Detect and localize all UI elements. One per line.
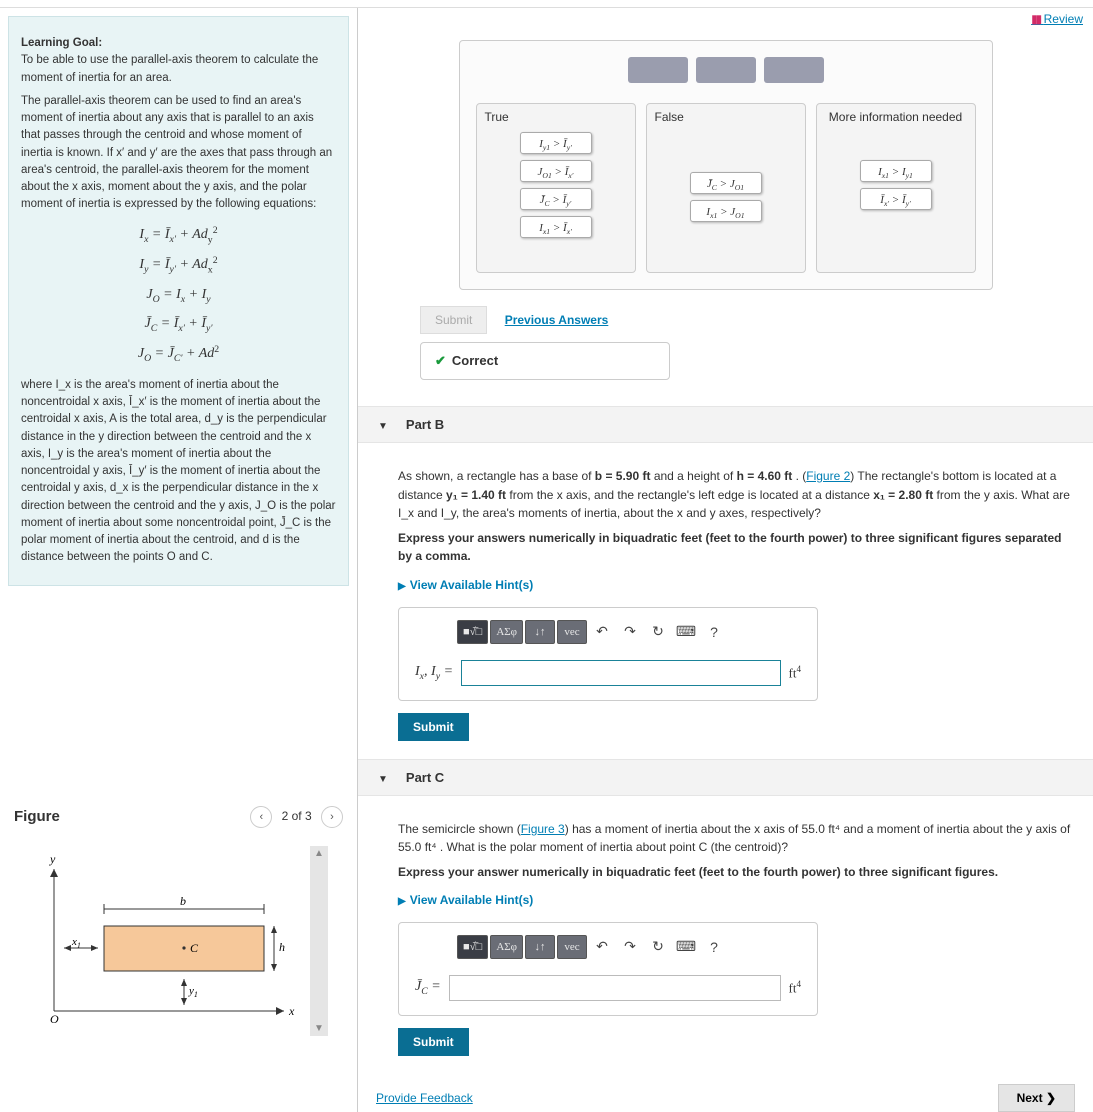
sorting-activity: True Iy1 > Īy′ JO1 > Īx′ J̄C > Īy′ Ix1 >… [459, 40, 993, 290]
chip[interactable]: Ix1 > Iy1 [860, 160, 932, 182]
template-button[interactable]: ■√̅□ [457, 620, 488, 644]
greek-button[interactable]: ΑΣφ [490, 620, 523, 644]
keyboard-icon[interactable]: ⌨ [673, 935, 699, 959]
bin-title: True [485, 110, 627, 124]
bin-false[interactable]: False J̄C > JO1 Ix1 > JO1 [646, 103, 806, 273]
figure-title: Figure [14, 808, 60, 825]
chip[interactable]: J̄C > JO1 [690, 172, 762, 194]
svg-text:h: h [279, 940, 285, 954]
view-hints-b[interactable]: ▶View Available Hint(s) [398, 576, 1073, 595]
previous-answers-link[interactable]: Previous Answers [505, 313, 609, 327]
part-b-text: As shown, a rectangle has a base of b = … [398, 467, 1073, 523]
unsorted-chip[interactable] [628, 57, 688, 83]
unsorted-chip[interactable] [696, 57, 756, 83]
goal-heading: Learning Goal: [21, 37, 102, 49]
subscript-button[interactable]: ↓↑ [525, 620, 555, 644]
subscript-button[interactable]: ↓↑ [525, 935, 555, 959]
reset-icon[interactable]: ↻ [645, 935, 671, 959]
review-icon: ▮▮ [1031, 12, 1040, 26]
answer-input-b[interactable] [461, 660, 780, 686]
figure-image: x y O C b h [8, 846, 310, 1036]
submit-button-c[interactable]: Submit [398, 1028, 469, 1056]
redo-icon[interactable]: ↷ [617, 935, 643, 959]
feedback-correct: ✔Correct [420, 342, 670, 380]
expand-icon: ▶ [398, 581, 406, 592]
unsorted-chip[interactable] [764, 57, 824, 83]
collapse-icon: ▼ [378, 774, 388, 785]
submit-button-b[interactable]: Submit [398, 713, 469, 741]
chip[interactable]: J̄C > Īy′ [520, 188, 592, 210]
svg-text:x: x [288, 1004, 295, 1018]
bin-title: False [655, 110, 797, 124]
undo-icon[interactable]: ↶ [589, 935, 615, 959]
chip[interactable]: Iy1 > Īy′ [520, 132, 592, 154]
svg-text:O: O [50, 1012, 59, 1026]
next-button[interactable]: Next ❯ [998, 1084, 1075, 1112]
answer-box-b: ■√̅□ ΑΣφ ↓↑ vec ↶ ↷ ↻ ⌨ ? Ix, Iy = ft4 [398, 607, 818, 701]
figure-2-link[interactable]: Figure 2 [806, 469, 850, 483]
bin-more-info[interactable]: More information needed Ix1 > Iy1 Īx′ > … [816, 103, 976, 273]
part-c-instructions: Express your answer numerically in biqua… [398, 863, 1073, 882]
figure-prev-button[interactable]: ‹ [250, 806, 272, 828]
svg-text:C: C [190, 941, 199, 955]
answer-input-c[interactable] [449, 975, 781, 1001]
svg-text:x1: x1 [71, 936, 81, 950]
keyboard-icon[interactable]: ⌨ [673, 620, 699, 644]
formulas: Ix = Īx′ + Ady2 Iy = Īy′ + Adx2 JO = Ix … [21, 224, 336, 367]
vector-button[interactable]: vec [557, 935, 587, 959]
figure-next-button[interactable]: › [321, 806, 343, 828]
svg-text:y1: y1 [188, 985, 198, 999]
review-link[interactable]: ▮▮ Review [1031, 12, 1083, 26]
answer-box-c: ■√̅□ ΑΣφ ↓↑ vec ↶ ↷ ↻ ⌨ ? J̄C = ft4 [398, 922, 818, 1016]
unit-b: ft4 [789, 662, 802, 683]
answer-label-c: J̄C = [415, 976, 441, 999]
provide-feedback-link[interactable]: Provide Feedback [376, 1091, 473, 1105]
redo-icon[interactable]: ↷ [617, 620, 643, 644]
expand-icon: ▶ [398, 896, 406, 907]
learning-goal-box: Learning Goal: To be able to use the par… [8, 16, 349, 586]
part-b-instructions: Express your answers numerically in biqu… [398, 529, 1073, 566]
chip[interactable]: Īx′ > Īy′ [860, 188, 932, 210]
part-b-header[interactable]: ▼Part B [358, 406, 1093, 443]
scroll-up-icon[interactable]: ▲ [314, 848, 324, 859]
answer-label-b: Ix, Iy = [415, 661, 453, 684]
reset-icon[interactable]: ↻ [645, 620, 671, 644]
svg-text:y: y [49, 852, 56, 866]
goal-para2: where I_x is the area's moment of inerti… [21, 377, 336, 567]
goal-para1: The parallel-axis theorem can be used to… [21, 93, 336, 214]
bin-true[interactable]: True Iy1 > Īy′ JO1 > Īx′ J̄C > Īy′ Ix1 >… [476, 103, 636, 273]
help-icon[interactable]: ? [701, 620, 727, 644]
submit-button-disabled: Submit [420, 306, 487, 334]
figure-scrollbar[interactable]: ▲ ▼ [310, 846, 328, 1036]
check-icon: ✔ [435, 353, 446, 368]
collapse-icon: ▼ [378, 421, 388, 432]
bin-title: More information needed [825, 110, 967, 124]
chip[interactable]: Ix1 > JO1 [690, 200, 762, 222]
goal-intro: To be able to use the parallel-axis theo… [21, 54, 318, 83]
figure-pager: 2 of 3 [282, 809, 312, 823]
part-c-text: The semicircle shown (Figure 3) has a mo… [398, 820, 1073, 857]
chip[interactable]: Ix1 > Īx′ [520, 216, 592, 238]
scroll-down-icon[interactable]: ▼ [314, 1023, 324, 1034]
greek-button[interactable]: ΑΣφ [490, 935, 523, 959]
help-icon[interactable]: ? [701, 935, 727, 959]
unit-c: ft4 [789, 977, 802, 998]
part-c-header[interactable]: ▼Part C [358, 759, 1093, 796]
vector-button[interactable]: vec [557, 620, 587, 644]
figure-3-link[interactable]: Figure 3 [521, 822, 565, 836]
chip[interactable]: JO1 > Īx′ [520, 160, 592, 182]
undo-icon[interactable]: ↶ [589, 620, 615, 644]
template-button[interactable]: ■√̅□ [457, 935, 488, 959]
svg-text:b: b [180, 894, 186, 908]
view-hints-c[interactable]: ▶View Available Hint(s) [398, 891, 1073, 910]
